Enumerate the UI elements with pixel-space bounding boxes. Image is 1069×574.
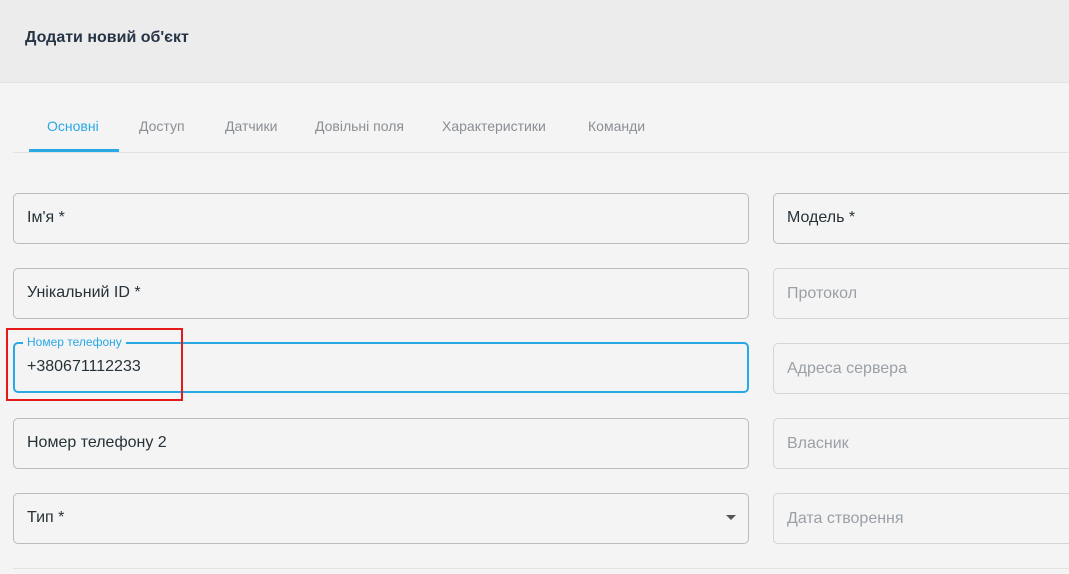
- phone-field-value: +380671112233: [27, 358, 141, 375]
- owner-field[interactable]: Власник: [773, 418, 1069, 469]
- name-field[interactable]: Ім'я *: [13, 193, 749, 244]
- tab-bar: Основні Доступ Датчики Довільні поля Хар…: [13, 100, 1069, 153]
- unique-id-field-label: Унікальний ID *: [27, 284, 141, 301]
- phone2-field[interactable]: Номер телефону 2: [13, 418, 749, 469]
- tab-characteristics[interactable]: Характеристики: [442, 100, 546, 152]
- divider: [13, 568, 1069, 569]
- type-select[interactable]: Тип *: [13, 493, 749, 544]
- unique-id-field[interactable]: Унікальний ID *: [13, 268, 749, 319]
- chevron-down-icon[interactable]: [726, 515, 736, 520]
- page-title: Додати новий об'єкт: [25, 29, 189, 46]
- protocol-field[interactable]: Протокол: [773, 268, 1069, 319]
- phone2-field-label: Номер телефону 2: [27, 434, 167, 451]
- tab-access[interactable]: Доступ: [139, 100, 185, 152]
- model-field-label: Модель *: [787, 209, 856, 226]
- name-field-label: Ім'я *: [27, 209, 65, 226]
- server-address-field[interactable]: Адреса сервера: [773, 343, 1069, 394]
- type-select-label: Тип *: [27, 509, 65, 526]
- phone-field-label: Номер телефону: [23, 335, 126, 349]
- server-address-field-placeholder: Адреса сервера: [787, 360, 907, 377]
- created-date-field-placeholder: Дата створення: [787, 510, 904, 527]
- created-date-field[interactable]: Дата створення: [773, 493, 1069, 544]
- protocol-field-placeholder: Протокол: [787, 285, 858, 302]
- tab-commands[interactable]: Команди: [588, 100, 645, 152]
- tab-sensors[interactable]: Датчики: [225, 100, 277, 152]
- tab-basic[interactable]: Основні: [47, 100, 99, 152]
- active-tab-indicator: [29, 149, 119, 152]
- phone-field[interactable]: Номер телефону +380671112233: [13, 335, 749, 393]
- owner-field-placeholder: Власник: [787, 435, 849, 452]
- tab-custom-fields[interactable]: Довільні поля: [315, 100, 404, 152]
- model-field[interactable]: Модель *: [773, 193, 1069, 244]
- page-header: Додати новий об'єкт: [0, 0, 1069, 83]
